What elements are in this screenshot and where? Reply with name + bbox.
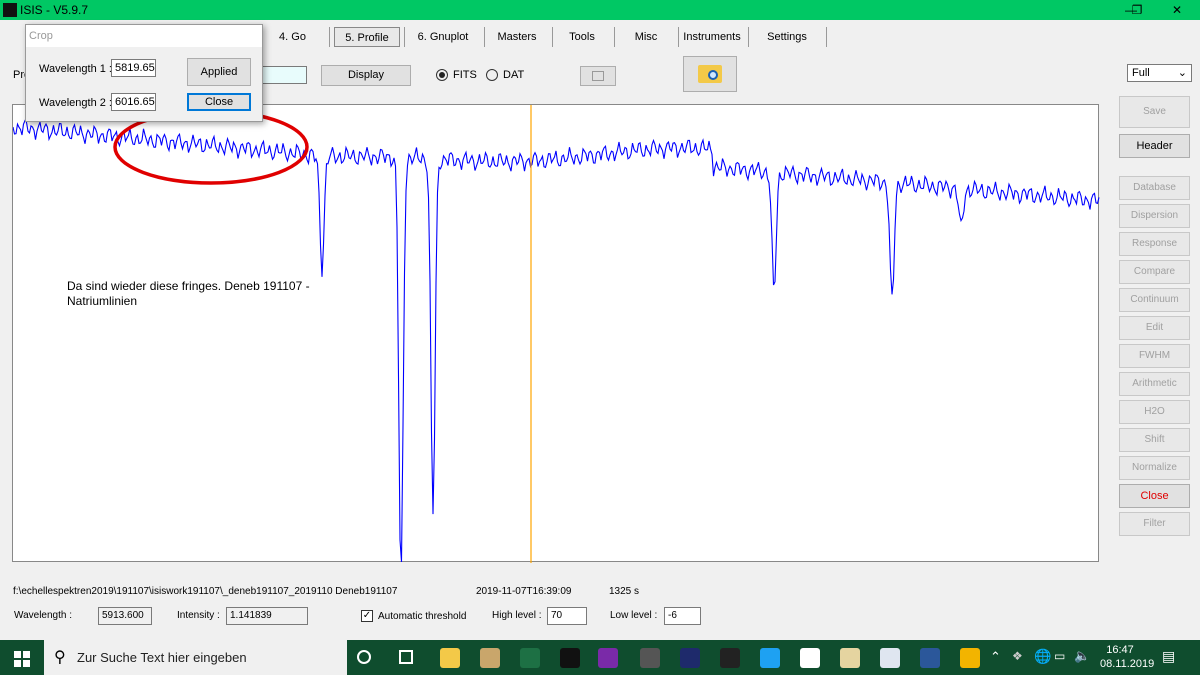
crop-dialog-title: Crop bbox=[26, 25, 262, 47]
dat-label: DAT bbox=[503, 69, 525, 81]
spectrum-app-icon[interactable] bbox=[598, 648, 618, 668]
auto-threshold-label: Automatic threshold bbox=[378, 611, 467, 622]
intensity-field[interactable]: 1.141839 bbox=[226, 607, 308, 625]
save-button[interactable]: Save bbox=[1119, 96, 1190, 128]
dat-radio[interactable] bbox=[486, 69, 498, 81]
plot-annotation: Da sind wieder diese fringes. Deneb 1911… bbox=[67, 279, 310, 308]
spectrum-line bbox=[13, 119, 1100, 563]
af5-icon[interactable] bbox=[680, 648, 700, 668]
tab-tools[interactable]: Tools bbox=[556, 27, 608, 47]
taskbar-search[interactable]: ⚲ Zur Suche Text hier eingeben bbox=[44, 640, 347, 675]
file-explorer-icon[interactable] bbox=[440, 648, 460, 668]
intensity-label: Intensity : bbox=[177, 610, 220, 621]
dropbox-icon[interactable]: ❖ bbox=[1012, 649, 1023, 663]
low-level-input[interactable]: -6 bbox=[664, 607, 701, 625]
fits-label: FITS bbox=[453, 69, 477, 81]
outlook-icon[interactable] bbox=[480, 648, 500, 668]
exposure-time: 1325 s bbox=[609, 586, 640, 597]
continuum-button[interactable]: Continuum bbox=[1119, 288, 1190, 312]
shift-button[interactable]: Shift bbox=[1119, 428, 1190, 452]
excel-icon[interactable] bbox=[520, 648, 540, 668]
folder-search-icon bbox=[698, 65, 722, 83]
filter-button[interactable]: Filter bbox=[1119, 512, 1190, 536]
calculator-icon[interactable] bbox=[640, 648, 660, 668]
tab-go[interactable]: 4. Go bbox=[265, 27, 320, 47]
close-button[interactable]: Close bbox=[1119, 484, 1190, 508]
wavelength2-label: Wavelength 2 : bbox=[39, 97, 112, 109]
copy-icon bbox=[592, 71, 604, 81]
wavelength-label: Wavelength : bbox=[14, 610, 72, 621]
notifications-icon[interactable]: ▤ bbox=[1162, 648, 1175, 665]
telescope-icon[interactable] bbox=[720, 648, 740, 668]
tab-misc[interactable]: Misc bbox=[620, 27, 672, 47]
browser-icon[interactable] bbox=[760, 648, 780, 668]
display-button[interactable]: Display bbox=[321, 65, 411, 86]
taskbar: ⚲ Zur Suche Text hier eingeben ⌃ ❖ 🌐 ▭ 🔈… bbox=[0, 640, 1200, 675]
windows-start-icon[interactable] bbox=[14, 651, 30, 667]
header-button[interactable]: Header bbox=[1119, 134, 1190, 158]
wavelength-field[interactable]: 5913.600 bbox=[98, 607, 152, 625]
normalize-button[interactable]: Normalize bbox=[1119, 456, 1190, 480]
tab-settings[interactable]: Settings bbox=[754, 27, 820, 47]
database-button[interactable]: Database bbox=[1119, 176, 1190, 200]
dispersion-button[interactable]: Dispersion bbox=[1119, 204, 1190, 228]
search-placeholder: Zur Suche Text hier eingeben bbox=[77, 650, 247, 665]
chevron-down-icon: ⌄ bbox=[1177, 67, 1187, 79]
copy-button[interactable] bbox=[580, 66, 616, 86]
crop-close-button[interactable]: Close bbox=[187, 93, 251, 111]
wavelength2-input[interactable]: 6016.65 bbox=[111, 93, 156, 111]
clock[interactable]: 16:47 08.11.2019 bbox=[1100, 643, 1154, 671]
compare-button[interactable]: Compare bbox=[1119, 260, 1190, 284]
zoom-select[interactable]: Full ⌄ bbox=[1127, 64, 1192, 82]
search-icon: ⚲ bbox=[54, 649, 66, 666]
title-bar: ISIS - V5.9.7 — ❐ ✕ bbox=[0, 0, 1200, 20]
cortana-icon[interactable] bbox=[357, 650, 371, 664]
isis-icon[interactable] bbox=[560, 648, 580, 668]
low-level-label: Low level : bbox=[610, 610, 658, 621]
response-button[interactable]: Response bbox=[1119, 232, 1190, 256]
tab-profile[interactable]: 5. Profile bbox=[334, 27, 400, 47]
pen-app-icon[interactable] bbox=[800, 648, 820, 668]
app-icon bbox=[3, 3, 17, 17]
open-folder-button[interactable] bbox=[683, 56, 737, 92]
auto-threshold-checkbox[interactable]: ✓ bbox=[361, 610, 373, 622]
network-icon[interactable]: 🌐 bbox=[1034, 648, 1051, 665]
fwhm-button[interactable]: FWHM bbox=[1119, 344, 1190, 368]
high-level-label: High level : bbox=[492, 610, 542, 621]
document-viewer-icon[interactable] bbox=[880, 648, 900, 668]
high-level-input[interactable]: 70 bbox=[547, 607, 587, 625]
volume-icon[interactable]: 🔈 bbox=[1074, 648, 1090, 664]
h2o-button[interactable]: H2O bbox=[1119, 400, 1190, 424]
tray-chevron-icon[interactable]: ⌃ bbox=[990, 649, 1001, 665]
task-view-icon[interactable] bbox=[399, 650, 413, 664]
word-icon[interactable] bbox=[920, 648, 940, 668]
window-title: ISIS - V5.9.7 bbox=[20, 3, 89, 17]
wavelength1-label: Wavelength 1 : bbox=[39, 63, 112, 75]
tab-masters[interactable]: Masters bbox=[488, 27, 546, 47]
observation-date: 2019-11-07T16:39:09 bbox=[476, 586, 572, 597]
spectrum-plot[interactable]: Da sind wieder diese fringes. Deneb 1911… bbox=[12, 104, 1100, 563]
tab-gnuplot[interactable]: 6. Gnuplot bbox=[410, 27, 476, 47]
edit-button[interactable]: Edit bbox=[1119, 316, 1190, 340]
crop-dialog: Crop Wavelength 1 : 5819.65 Wavelength 2… bbox=[25, 24, 263, 122]
fits-radio[interactable] bbox=[436, 69, 448, 81]
tab-instruments[interactable]: Instruments bbox=[682, 27, 742, 47]
arithmetic-button[interactable]: Arithmetic bbox=[1119, 372, 1190, 396]
applied-button[interactable]: Applied bbox=[187, 58, 251, 86]
close-window-button[interactable]: ✕ bbox=[1154, 0, 1200, 20]
battery-icon[interactable]: ▭ bbox=[1054, 649, 1065, 663]
paint-icon[interactable] bbox=[840, 648, 860, 668]
wavelength1-input[interactable]: 5819.65 bbox=[111, 59, 156, 77]
network-app-icon[interactable] bbox=[960, 648, 980, 668]
file-path: f:\echellespektren2019\191107\isiswork19… bbox=[13, 586, 398, 597]
